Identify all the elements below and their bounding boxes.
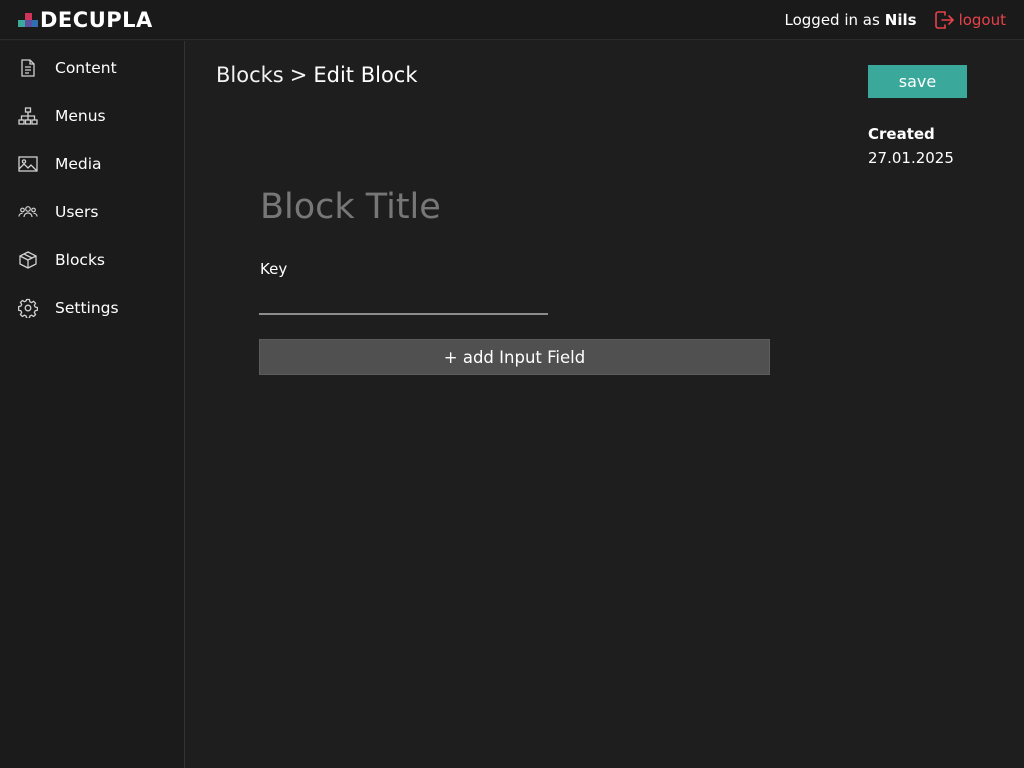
created-date: 27.01.2025 bbox=[868, 149, 954, 167]
logout-icon bbox=[934, 11, 954, 29]
main-content: Blocks > Edit Block save Created 27.01.202… bbox=[186, 41, 1024, 768]
sidebar-item-label: Content bbox=[55, 59, 117, 77]
top-bar: DECUPLA Logged in as Nils logout bbox=[0, 0, 1024, 40]
username: Nils bbox=[884, 11, 917, 29]
document-icon bbox=[21, 59, 35, 77]
gear-icon bbox=[18, 298, 38, 318]
breadcrumb-current: Edit Block bbox=[313, 63, 418, 87]
sidebar-item-label: Blocks bbox=[55, 251, 105, 269]
sidebar-item-content[interactable]: Content bbox=[0, 48, 184, 88]
users-icon bbox=[18, 206, 38, 218]
user-area: Logged in as Nils logout bbox=[785, 8, 1006, 32]
logo-mark-icon bbox=[18, 13, 38, 27]
sidebar-item-label: Menus bbox=[55, 107, 106, 125]
breadcrumb-link-blocks[interactable]: Blocks bbox=[216, 63, 284, 87]
logout-button[interactable]: logout bbox=[933, 9, 1006, 31]
save-button[interactable]: save bbox=[868, 65, 967, 98]
cube-icon bbox=[19, 251, 37, 269]
sidebar-item-label: Media bbox=[55, 155, 102, 173]
sitemap-icon bbox=[18, 107, 38, 125]
sidebar-item-media[interactable]: Media bbox=[0, 144, 184, 184]
logout-label: logout bbox=[958, 11, 1006, 29]
add-input-field-button[interactable]: + add Input Field bbox=[259, 339, 770, 375]
logged-in-label: Logged in as bbox=[784, 11, 880, 29]
sidebar-item-settings[interactable]: Settings bbox=[0, 288, 184, 328]
logo-text: DECUPLA bbox=[40, 8, 153, 32]
block-title-input[interactable] bbox=[260, 181, 680, 233]
key-label: Key bbox=[260, 260, 288, 278]
sidebar-item-blocks[interactable]: Blocks bbox=[0, 240, 184, 280]
sidebar-item-label: Users bbox=[55, 203, 99, 221]
image-icon bbox=[18, 156, 38, 172]
sidebar-item-menus[interactable]: Menus bbox=[0, 96, 184, 136]
created-label: Created bbox=[868, 125, 935, 143]
breadcrumb: Blocks > Edit Block bbox=[216, 63, 418, 87]
sidebar-item-label: Settings bbox=[55, 299, 119, 317]
sidebar: Content Menus Media Users Blocks Setting… bbox=[0, 41, 185, 768]
app-logo[interactable]: DECUPLA bbox=[18, 9, 153, 31]
breadcrumb-separator: > bbox=[289, 63, 308, 87]
key-input[interactable] bbox=[259, 287, 548, 315]
sidebar-item-users[interactable]: Users bbox=[0, 192, 184, 232]
